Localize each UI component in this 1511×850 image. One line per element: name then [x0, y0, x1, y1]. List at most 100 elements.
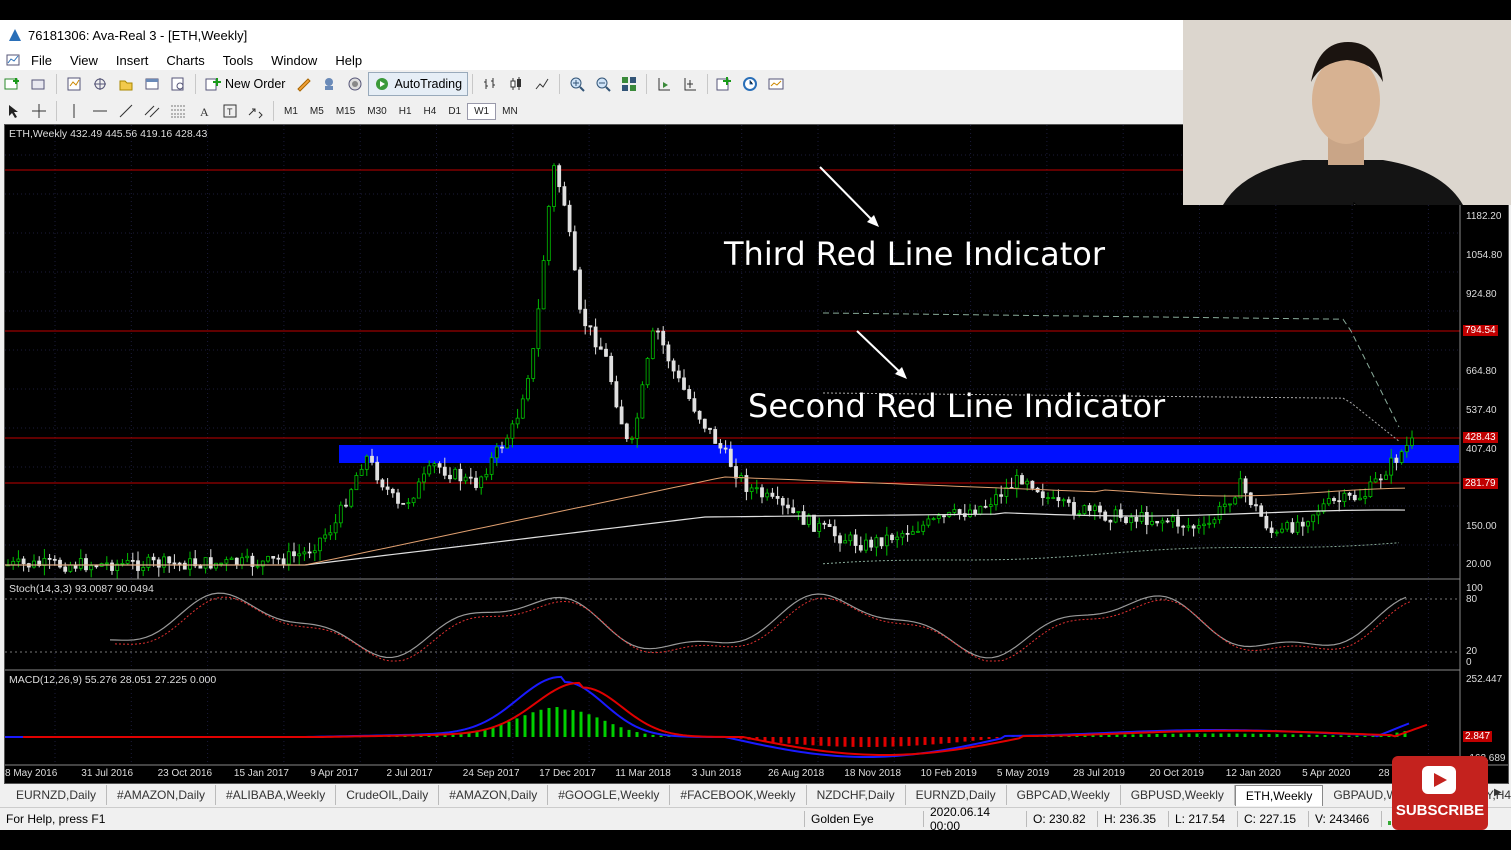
timeframe-h1[interactable]: H1: [393, 104, 418, 119]
presenter-video: [1183, 20, 1511, 205]
menu-insert[interactable]: Insert: [107, 53, 158, 68]
timeframe-h4[interactable]: H4: [418, 104, 443, 119]
menu-window[interactable]: Window: [262, 53, 326, 68]
fibonacci-icon[interactable]: [167, 101, 189, 121]
timeframe-m1[interactable]: M1: [278, 104, 304, 119]
signals-icon[interactable]: [318, 74, 340, 94]
new-order-button[interactable]: New Order: [200, 73, 290, 95]
chart-tab[interactable]: EURNZD,Daily: [0, 785, 108, 805]
macd-level-label: 252.447: [1466, 674, 1503, 685]
trendline-icon[interactable]: [115, 101, 137, 121]
chart-tab[interactable]: CrudeOIL,Daily: [336, 785, 440, 805]
date-label: 20 Oct 2019: [1149, 768, 1204, 779]
chart-window-icon: [6, 54, 20, 66]
vertical-line-icon[interactable]: [63, 101, 85, 121]
date-label: 5 Apr 2020: [1302, 768, 1351, 779]
chart-tab-active[interactable]: ETH,Weekly: [1234, 784, 1324, 806]
timeframe-m15[interactable]: M15: [330, 104, 361, 119]
cursor-icon[interactable]: [2, 101, 24, 121]
chart-tab[interactable]: #GOOGLE,Weekly: [548, 785, 671, 805]
chart-shift-icon[interactable]: [653, 74, 675, 94]
channel-icon[interactable]: [141, 101, 163, 121]
market-watch-icon[interactable]: [63, 74, 85, 94]
market-icon[interactable]: [344, 74, 366, 94]
tile-windows-icon[interactable]: [618, 74, 640, 94]
data-window-icon[interactable]: [89, 74, 111, 94]
timeframe-m30[interactable]: M30: [361, 104, 392, 119]
macd-signal-line: [23, 681, 1428, 756]
chart-tab[interactable]: GBPCAD,Weekly: [1007, 785, 1121, 805]
strategy-tester-icon[interactable]: [167, 74, 189, 94]
menu-view[interactable]: View: [61, 53, 107, 68]
stoch-level-label: 20: [1466, 646, 1478, 657]
chart-tab[interactable]: GBPUSD,Weekly: [1121, 785, 1235, 805]
stoch-level-label: 0: [1466, 657, 1472, 668]
svg-text:A: A: [200, 105, 209, 119]
horizontal-line-icon[interactable]: [89, 101, 111, 121]
auto-scroll-icon[interactable]: [679, 74, 701, 94]
status-help: For Help, press F1: [0, 811, 805, 827]
chart-canvas[interactable]: [5, 125, 1508, 783]
stoch-main-line: [109, 592, 1407, 659]
standard-toolbar: New Order AutoTrading: [0, 70, 1183, 99]
youtube-play-icon: [1422, 766, 1456, 794]
timeframe-w1[interactable]: W1: [467, 102, 497, 120]
chart-tab[interactable]: #ALIBABA,Weekly: [216, 785, 337, 805]
status-open: O: 230.82: [1027, 811, 1098, 827]
autotrading-icon: [376, 78, 389, 90]
timeframe-mn[interactable]: MN: [496, 104, 524, 119]
timeframe-m5[interactable]: M5: [304, 104, 330, 119]
price-label-red: 281.79: [1463, 478, 1498, 489]
timeframe-d1[interactable]: D1: [442, 104, 467, 119]
price-label-current: 428.43: [1463, 432, 1498, 443]
chart-tabs: EURNZD,Daily #AMAZON,Daily #ALIBABA,Week…: [0, 784, 1511, 806]
zoom-in-icon[interactable]: [566, 74, 588, 94]
subscribe-button[interactable]: SUBSCRIBE: [1392, 756, 1488, 830]
chart-window[interactable]: ETH,Weekly 432.49 445.56 419.16 428.43 S…: [4, 124, 1509, 784]
title-bar: 76181306: Ava-Real 3 - [ETH,Weekly]: [0, 20, 1183, 50]
candlesticks-icon[interactable]: [505, 74, 527, 94]
chart-tab[interactable]: #AMAZON,Daily: [107, 785, 217, 805]
price-label: 407.40: [1466, 444, 1497, 455]
drawing-toolbar: A T M1 M5 M15 M30 H1 H4 D1 W1 MN: [0, 98, 1183, 124]
chart-tab[interactable]: EURNZD,Daily: [906, 785, 1007, 805]
line-chart-icon[interactable]: [531, 74, 553, 94]
menu-tools[interactable]: Tools: [214, 53, 262, 68]
date-label: 17 Dec 2017: [539, 768, 596, 779]
bar-chart-icon[interactable]: [479, 74, 501, 94]
text-icon[interactable]: A: [193, 101, 215, 121]
chart-tab[interactable]: #FACEBOOK,Weekly: [670, 785, 807, 805]
price-label: 150.00: [1466, 521, 1497, 532]
status-volume: V: 243466: [1309, 811, 1382, 827]
price-label: 664.80: [1466, 366, 1497, 377]
stoch-level-label: 100: [1466, 583, 1483, 594]
menu-file[interactable]: File: [22, 53, 61, 68]
templates-icon[interactable]: [766, 74, 788, 94]
chart-tab[interactable]: #AMAZON,Daily: [439, 785, 549, 805]
stoch-level-label: 80: [1466, 594, 1478, 605]
date-label: 10 Feb 2019: [920, 768, 977, 779]
indicators-icon[interactable]: [714, 74, 736, 94]
menu-charts[interactable]: Charts: [157, 53, 213, 68]
chart-tab[interactable]: NZDCHF,Daily: [807, 785, 906, 805]
zoom-out-icon[interactable]: [592, 74, 614, 94]
tab-scroll-right-icon[interactable]: ▶: [1494, 787, 1502, 798]
date-label: 3 Jun 2018: [691, 768, 742, 779]
text-label-icon[interactable]: T: [219, 101, 241, 121]
moving-average-slow: [5, 509, 1406, 566]
metaeditor-icon[interactable]: [292, 74, 314, 94]
terminal-icon[interactable]: [141, 74, 163, 94]
date-label: 15 Jan 2017: [233, 768, 289, 779]
profiles-icon[interactable]: [28, 74, 50, 94]
mouse-cursor-icon: [1353, 202, 1358, 205]
date-label: 8 May 2016: [5, 768, 58, 779]
crosshair-icon[interactable]: [28, 101, 50, 121]
price-label: 924.80: [1466, 289, 1497, 300]
periods-icon[interactable]: [740, 74, 762, 94]
navigator-icon[interactable]: [115, 74, 137, 94]
annotation-third-red-line: Third Red Line Indicator: [724, 235, 1106, 273]
arrows-icon[interactable]: [245, 101, 267, 121]
menu-help[interactable]: Help: [326, 53, 371, 68]
autotrading-button[interactable]: AutoTrading: [368, 72, 469, 96]
new-chart-icon[interactable]: [2, 74, 24, 94]
